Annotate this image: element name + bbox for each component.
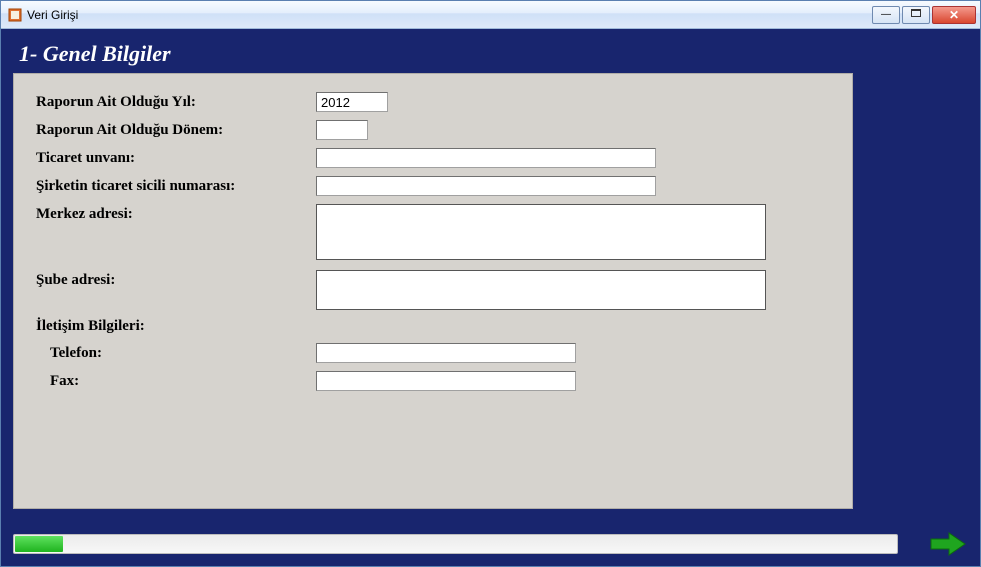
window-controls: — ✕ xyxy=(870,4,978,26)
app-window: Veri Girişi — ✕ 1- Genel Bilgiler Raporu… xyxy=(0,0,981,567)
arrow-right-icon xyxy=(929,531,967,557)
phone-input[interactable] xyxy=(316,343,576,363)
app-icon xyxy=(7,7,23,23)
fax-label: Fax: xyxy=(36,371,316,390)
close-icon: ✕ xyxy=(949,9,959,21)
minimize-button[interactable]: — xyxy=(872,6,900,24)
titlebar: Veri Girişi — ✕ xyxy=(1,1,980,29)
branch-address-input[interactable] xyxy=(316,270,766,310)
window-title: Veri Girişi xyxy=(27,8,870,22)
progress-bar xyxy=(13,534,898,554)
progress-fill xyxy=(15,536,63,552)
period-input[interactable] xyxy=(316,120,368,140)
maximize-icon xyxy=(911,9,921,20)
trade-name-label: Ticaret unvanı: xyxy=(36,148,316,167)
form-panel: Raporun Ait Olduğu Yıl: Raporun Ait Oldu… xyxy=(13,73,853,509)
maximize-button[interactable] xyxy=(902,6,930,24)
close-button[interactable]: ✕ xyxy=(932,6,976,24)
branch-address-label: Şube adresi: xyxy=(36,270,316,289)
contact-header: İletişim Bilgileri: xyxy=(36,318,832,335)
trade-registry-label: Şirketin ticaret sicili numarası: xyxy=(36,176,316,195)
client-area: 1- Genel Bilgiler Raporun Ait Olduğu Yıl… xyxy=(1,29,980,566)
section-title: 1- Genel Bilgiler xyxy=(19,41,968,67)
bottom-bar xyxy=(13,530,968,558)
phone-label: Telefon: xyxy=(36,343,316,362)
year-label: Raporun Ait Olduğu Yıl: xyxy=(36,92,316,111)
hq-address-label: Merkez adresi: xyxy=(36,204,316,223)
fax-input[interactable] xyxy=(316,371,576,391)
minimize-icon: — xyxy=(881,10,891,20)
trade-registry-input[interactable] xyxy=(316,176,656,196)
trade-name-input[interactable] xyxy=(316,148,656,168)
next-button[interactable] xyxy=(928,530,968,558)
year-input[interactable] xyxy=(316,92,388,112)
period-label: Raporun Ait Olduğu Dönem: xyxy=(36,120,316,139)
hq-address-input[interactable] xyxy=(316,204,766,260)
